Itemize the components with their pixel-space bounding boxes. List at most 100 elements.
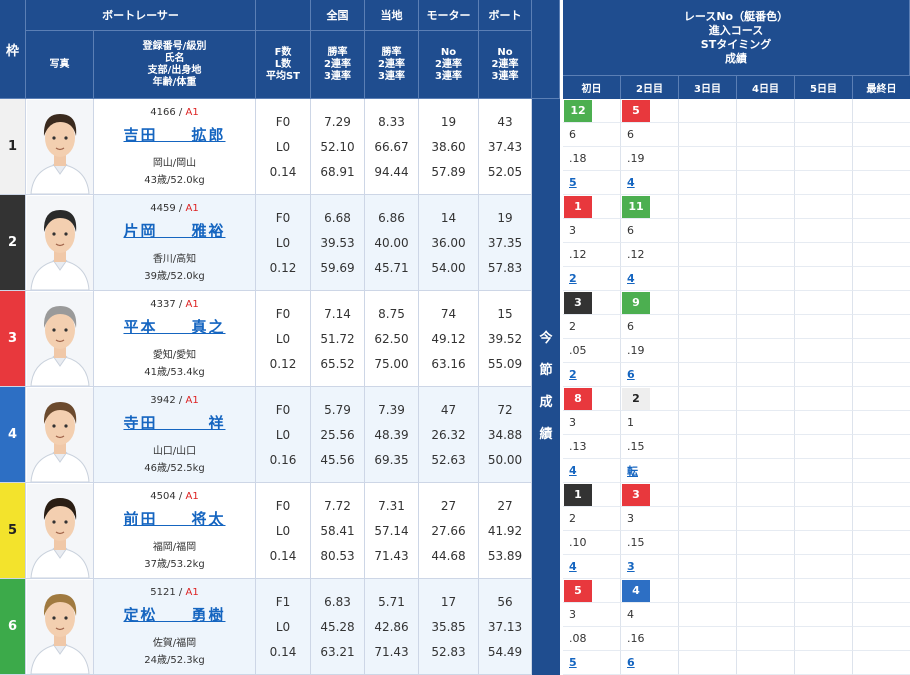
st-timing: .15	[621, 531, 679, 555]
result-cell	[795, 195, 853, 219]
result-cell	[795, 315, 853, 339]
touchi-header: 当地	[365, 0, 419, 31]
motor-stat-value: 44.68	[431, 548, 466, 563]
motor-stat-value: 36.00	[431, 235, 466, 250]
zenkoku-sub-header: 勝率 2連率 3連率	[311, 31, 365, 99]
boat-racer-header: ボートレーサー	[26, 0, 256, 31]
reg-number: 4459	[150, 203, 176, 214]
racer-info: 4459 / A1 片岡 雅裕 香川/高知 39歳/52.0kg	[94, 195, 256, 291]
entry-course: 3	[563, 219, 621, 243]
result-cell	[737, 555, 795, 579]
result-cell	[737, 147, 795, 171]
result-rank-link[interactable]: 4	[627, 176, 635, 189]
race-number-badge[interactable]: 11	[622, 195, 650, 218]
result-cell	[737, 123, 795, 147]
f-stat-value: L0	[275, 331, 291, 346]
racer-age-weight: 37歳/53.2kg	[144, 559, 205, 570]
result-rank-link[interactable]: 4	[569, 464, 577, 477]
info-header: 登録番号/級別 氏名 支部/出身地 年齢/体重	[94, 31, 256, 99]
motor-stat-value: 52.83	[431, 644, 466, 659]
motor-sub-line: 3連率	[435, 70, 462, 82]
result-rank-link[interactable]: 4	[627, 272, 635, 285]
f-stat-value: 0.12	[269, 356, 297, 371]
result-rank-link[interactable]: 6	[627, 656, 635, 669]
zenkoku-header: 全国	[311, 0, 365, 31]
result-cell	[853, 627, 910, 651]
result-cell: 4	[621, 267, 679, 291]
boat-stat-value: 37.13	[487, 619, 523, 634]
result-cell	[737, 195, 795, 219]
boat-stats: 43 37.43 52.05	[479, 99, 532, 195]
reg-class: 4459 / A1	[150, 203, 199, 214]
racer-name-link[interactable]: 片岡 雅裕	[123, 220, 225, 241]
result-rank-link[interactable]: 5	[569, 656, 577, 669]
frame-number: 5	[0, 483, 26, 579]
f-stat-value: F1	[275, 594, 291, 609]
boat-stat-value: 55.09	[487, 356, 523, 371]
result-cell	[853, 387, 910, 411]
f-header-line: F数	[274, 46, 292, 58]
racer-branch: 岡山/岡山	[152, 158, 197, 169]
racer-name-link[interactable]: 平本 真之	[123, 316, 225, 337]
zenkoku-stat-value: 5.79	[324, 402, 351, 417]
f-stats: F0 L0 0.12	[256, 291, 311, 387]
f-stats: F0 L0 0.14	[256, 483, 311, 579]
result-rank-link[interactable]: 4	[569, 560, 577, 573]
result-cell	[853, 315, 910, 339]
motor-stats: 47 26.32 52.63	[419, 387, 479, 483]
touchi-stat-value: 71.43	[374, 644, 409, 659]
result-cell	[737, 315, 795, 339]
racer-photo	[26, 387, 94, 483]
race-number-badge[interactable]: 8	[564, 387, 592, 410]
entry-course: 2	[563, 315, 621, 339]
frame-header: 枠	[0, 0, 26, 99]
result-rank-link[interactable]: 2	[569, 368, 577, 381]
zenkoku-stats: 6.83 45.28 63.21	[311, 579, 365, 675]
result-rank-link[interactable]: 5	[569, 176, 577, 189]
racer-name-link[interactable]: 前田 将太	[123, 508, 225, 529]
race-number-badge[interactable]: 5	[622, 99, 650, 122]
result-cell	[679, 627, 737, 651]
result-cell	[737, 651, 795, 675]
result-cell	[679, 243, 737, 267]
result-cell	[795, 459, 853, 483]
boat-sub-header: No 2連率 3連率	[479, 31, 532, 99]
racer-name-link[interactable]: 吉田 拡郎	[123, 124, 225, 145]
zenkoku-stat-value: 7.29	[324, 114, 351, 129]
racer-age-weight: 43歳/52.0kg	[144, 175, 205, 186]
racer-name-link[interactable]: 定松 勇樹	[123, 604, 225, 625]
boat-stats: 56 37.13 54.49	[479, 579, 532, 675]
result-rank-link[interactable]: 3	[627, 560, 635, 573]
race-number-badge[interactable]: 1	[564, 483, 592, 506]
result-cell	[795, 363, 853, 387]
result-rank-link[interactable]: 転	[627, 463, 638, 479]
touchi-sub-line: 2連率	[378, 58, 405, 70]
result-rank-link[interactable]: 2	[569, 272, 577, 285]
race-number-badge[interactable]: 2	[622, 387, 650, 410]
frame-number: 1	[0, 99, 26, 195]
race-number-badge[interactable]: 3	[622, 483, 650, 506]
boat-sub-line: No	[497, 46, 513, 58]
race-info-header-line: 進入コース	[708, 23, 764, 37]
result-cell	[679, 99, 737, 123]
race-number-badge[interactable]: 9	[622, 291, 650, 314]
touchi-stats: 8.75 62.50 75.00	[365, 291, 419, 387]
result-cell	[679, 411, 737, 435]
race-number-badge[interactable]: 1	[564, 195, 592, 218]
result-cell	[679, 195, 737, 219]
racer-branch: 香川/高知	[152, 254, 197, 265]
racer-info: 4166 / A1 吉田 拡郎 岡山/岡山 43歳/52.0kg	[94, 99, 256, 195]
motor-stat-value: 19	[440, 114, 457, 129]
f-stat-value: L0	[275, 523, 291, 538]
race-number-badge[interactable]: 12	[564, 99, 592, 122]
result-cell: 6	[621, 651, 679, 675]
race-number-badge[interactable]: 5	[564, 579, 592, 602]
race-number-badge[interactable]: 3	[564, 291, 592, 314]
racer-name-link[interactable]: 寺田 祥	[123, 412, 225, 433]
race-number-badge[interactable]: 4	[622, 579, 650, 602]
result-cell	[737, 291, 795, 315]
f-stats: F0 L0 0.12	[256, 195, 311, 291]
result-rank-link[interactable]: 6	[627, 368, 635, 381]
zenkoku-stat-value: 80.53	[320, 548, 355, 563]
touchi-stat-value: 7.39	[378, 402, 405, 417]
